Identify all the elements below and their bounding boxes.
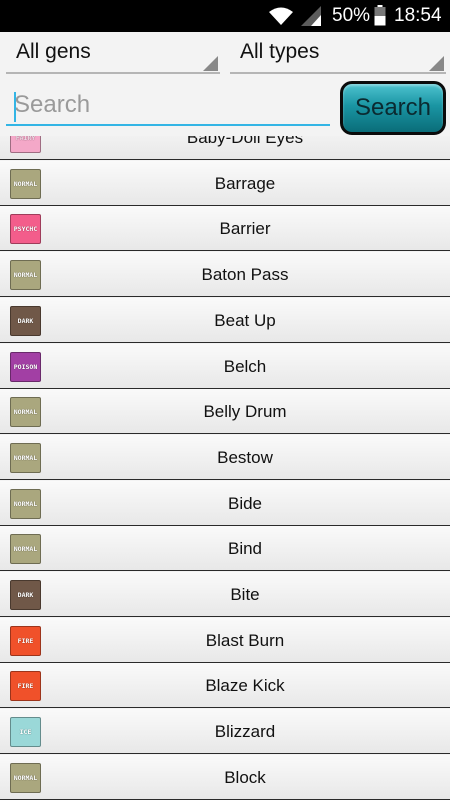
move-name: Bestow [217,447,273,467]
move-name: Blizzard [214,722,276,742]
battery-icon [374,5,386,26]
move-name: Belch [223,356,267,376]
generation-dropdown[interactable]: All gens [6,36,220,74]
generation-dropdown-value: All gens [16,40,91,63]
type-badge-icon: NORMAL [10,442,41,473]
move-row[interactable]: NORMAL Block [0,754,450,800]
status-bar: 50% 18:54 [0,0,450,32]
battery-percent: 50% [332,5,371,26]
search-button[interactable]: Search [340,81,446,135]
move-name: Belly Drum [203,402,287,422]
filter-bar: All gens All types [0,32,450,76]
move-row[interactable]: PSYCHC Barrier [0,206,450,252]
cell-signal-icon [301,6,321,26]
move-name: Bide [227,493,263,513]
move-name: Blaze Kick [205,676,285,696]
move-row[interactable]: NORMAL Baton Pass [0,252,450,298]
move-row[interactable]: DARK Bite [0,572,450,617]
move-row[interactable]: NORMAL Belly Drum [0,389,450,435]
move-name: Barrier [219,219,271,239]
move-row[interactable]: NORMAL Bind [0,526,450,572]
type-badge-icon: FIRE [10,671,41,702]
move-row[interactable]: NORMAL Barrage [0,160,450,206]
text-cursor [14,92,16,122]
type-badge-icon: NORMAL [10,534,41,565]
dropdown-arrow-icon [203,56,218,71]
type-badge-icon: DARK [10,305,41,336]
move-row[interactable]: DARK Beat Up [0,297,450,343]
move-name: Bite [230,585,260,604]
move-name: Beat Up [214,310,276,330]
move-name: Barrage [214,173,276,193]
type-dropdown-value: All types [240,40,320,63]
move-name: Baton Pass [201,265,289,285]
type-badge-icon: NORMAL [10,488,41,519]
type-badge-icon: NORMAL [10,260,41,291]
search-input[interactable] [6,86,330,126]
type-badge-icon: ICE [10,717,41,748]
type-badge-icon: NORMAL [10,168,41,199]
type-badge-icon: NORMAL [10,397,41,428]
type-badge-icon: FIRE [10,625,41,656]
move-name: Baby-Doll Eyes [186,136,304,147]
move-row[interactable]: FIRE Blaze Kick [0,663,450,709]
dropdown-arrow-icon [429,56,444,71]
moves-list[interactable]: FAIRY Baby-Doll Eyes NORMAL Barrage PSYCHC Ba… [0,136,450,800]
type-badge-icon: NORMAL [10,762,41,793]
type-badge-icon: FAIRY [10,136,41,153]
move-row[interactable]: NORMAL Bide [0,480,450,526]
move-row[interactable]: POISON Belch [0,343,450,389]
type-badge-icon: POISON [10,351,41,382]
type-badge-icon: DARK [10,580,41,610]
move-name: Block [224,767,266,787]
move-row[interactable]: ICE Blizzard [0,709,450,755]
type-badge-icon: PSYCHC [10,214,41,245]
move-row[interactable]: FIRE Blast Burn [0,617,450,663]
move-row[interactable]: FAIRY Baby-Doll Eyes [0,136,450,160]
wifi-icon [269,7,293,25]
move-row[interactable]: NORMAL Bestow [0,434,450,480]
clock: 18:54 [394,5,442,26]
type-dropdown[interactable]: All types [230,36,446,74]
move-name: Blast Burn [205,630,285,650]
move-name: Bind [227,539,263,559]
